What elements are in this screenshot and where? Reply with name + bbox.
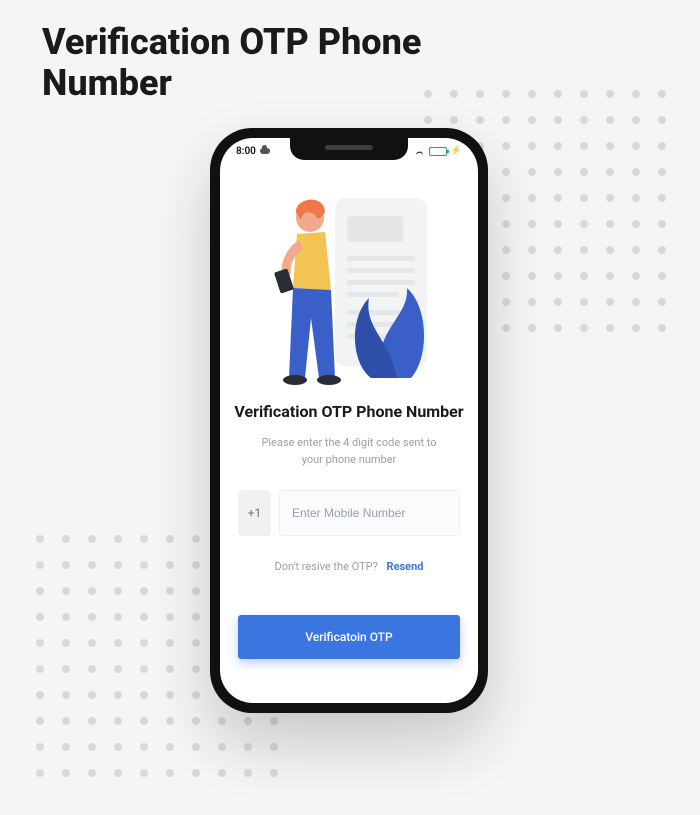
charging-icon: ⚡: [451, 146, 462, 156]
resend-link[interactable]: Resend: [387, 560, 424, 573]
battery-icon: [429, 147, 447, 156]
phone-frame: 8:00 ⚡: [210, 128, 488, 713]
illustration: [220, 168, 478, 388]
wifi-icon: [413, 147, 425, 156]
country-code-box[interactable]: +1: [238, 490, 271, 536]
screen-title: Verification OTP Phone Number: [220, 402, 478, 421]
phone-input-row: +1: [238, 490, 460, 536]
phone-notch: [290, 138, 408, 160]
resend-row: Don't resive the OTP? Resend: [220, 560, 478, 573]
screen-subtitle: Please enter the 4 digit code sent to yo…: [220, 435, 478, 468]
phone-screen: 8:00 ⚡: [220, 138, 478, 703]
cloud-icon: [260, 148, 270, 154]
resend-prompt: Don't resive the OTP?: [275, 560, 378, 573]
status-time: 8:00: [236, 146, 256, 157]
phone-number-input[interactable]: [279, 490, 460, 536]
verify-button[interactable]: Verificatoin OTP: [238, 615, 460, 659]
